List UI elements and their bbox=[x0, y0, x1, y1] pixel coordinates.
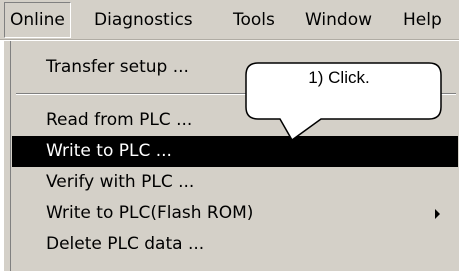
menu-item-verify-with-plc[interactable]: Verify with PLC ... bbox=[12, 167, 458, 198]
menu-diagnostics[interactable]: Diagnostics bbox=[94, 0, 193, 40]
menu-item-write-to-plc[interactable]: Write to PLC ... bbox=[12, 136, 458, 167]
menu-window-label: Window bbox=[305, 10, 373, 30]
menu-online-label: Online bbox=[10, 10, 65, 30]
menu-tools[interactable]: Tools bbox=[233, 0, 275, 40]
menu-item-delete-plc-data[interactable]: Delete PLC data ... bbox=[12, 229, 458, 260]
menu-item-delete-plc-data-label: Delete PLC data ... bbox=[46, 234, 205, 254]
menu-separator bbox=[16, 93, 456, 95]
menu-help-label: Help bbox=[403, 10, 442, 30]
menu-item-write-to-plc-flash-rom[interactable]: Write to PLC(Flash ROM) bbox=[12, 198, 458, 229]
menu-help[interactable]: Help bbox=[403, 0, 442, 40]
menu-item-read-from-plc-label: Read from PLC ... bbox=[46, 110, 193, 130]
menu-item-write-to-plc-flash-rom-label: Write to PLC(Flash ROM) bbox=[46, 203, 254, 223]
menu-item-verify-with-plc-label: Verify with PLC ... bbox=[46, 172, 195, 192]
menu-tools-label: Tools bbox=[233, 10, 275, 30]
callout-text: 1) Click. bbox=[308, 68, 370, 87]
menu-bar: Online Diagnostics Tools Window Help bbox=[0, 0, 459, 40]
menu-item-write-to-plc-label: Write to PLC ... bbox=[46, 141, 172, 161]
submenu-arrow-icon bbox=[435, 209, 440, 219]
menu-item-read-from-plc[interactable]: Read from PLC ... bbox=[12, 105, 458, 136]
menu-online[interactable]: Online bbox=[4, 2, 71, 38]
menu-window[interactable]: Window bbox=[305, 0, 372, 40]
menu-item-transfer-setup-label: Transfer setup ... bbox=[46, 57, 189, 77]
menu-diagnostics-label: Diagnostics bbox=[94, 10, 193, 30]
